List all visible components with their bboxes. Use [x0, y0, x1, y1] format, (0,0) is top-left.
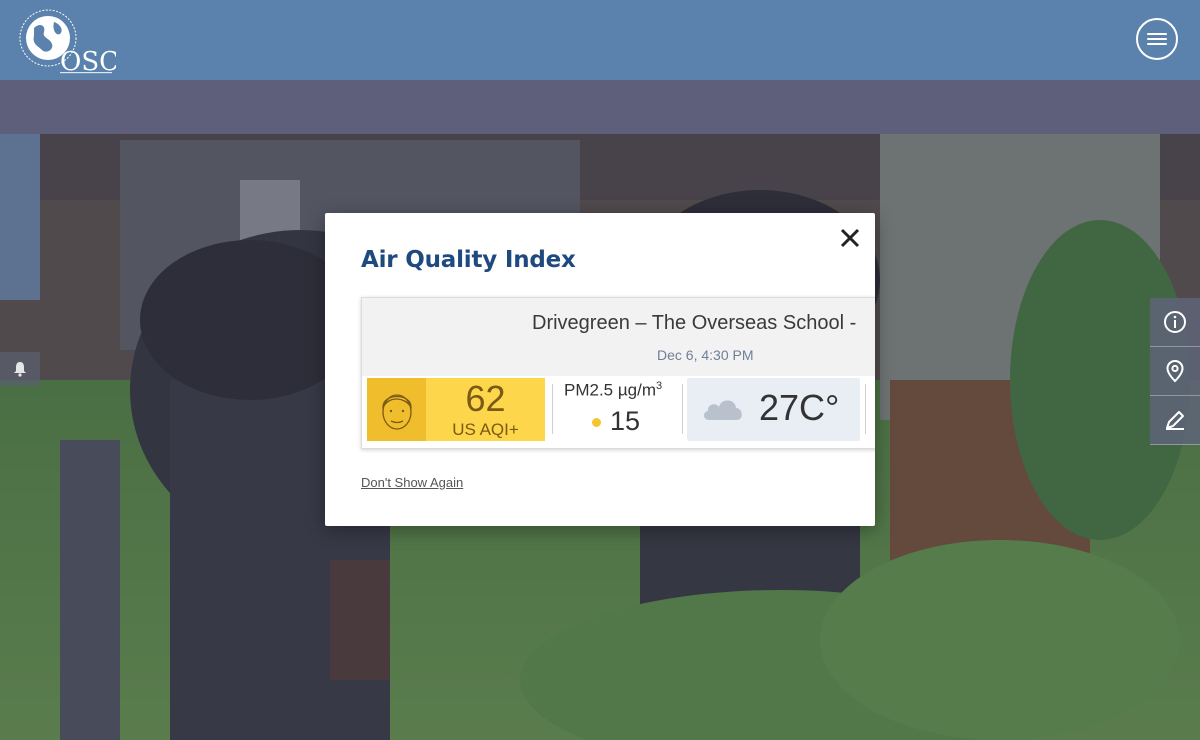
- divider: [682, 384, 683, 434]
- aqi-widget[interactable]: Drivegreen – The Overseas School - Dec 6…: [361, 297, 875, 449]
- side-quick-links: [1150, 298, 1200, 445]
- air-quality-modal: Air Quality Index Drivegreen – The Overs…: [325, 213, 875, 526]
- divider: [552, 384, 553, 434]
- aqi-label: US AQI+: [452, 420, 519, 439]
- info-link[interactable]: [1150, 298, 1200, 347]
- widget-readings-row: 62 US AQI+ PM2.5 µg/m3 15 27C°: [362, 376, 875, 448]
- reading-time: Dec 6, 4:30 PM: [657, 347, 754, 363]
- cloud-icon: [703, 400, 742, 420]
- menu-button[interactable]: [1136, 18, 1178, 60]
- station-name[interactable]: Drivegreen – The Overseas School -: [532, 312, 856, 335]
- hamburger-menu-icon: [1147, 33, 1167, 45]
- location-pin-icon: [1166, 359, 1184, 383]
- edit-link[interactable]: [1150, 396, 1200, 445]
- modal-title: Air Quality Index: [361, 247, 576, 273]
- banner-strip: [0, 80, 1200, 134]
- site-header: OSC: [0, 0, 1200, 80]
- divider: [865, 384, 866, 434]
- pm-label: PM2.5 µg/m3: [564, 380, 663, 400]
- close-button[interactable]: [835, 223, 865, 253]
- aqi-value: 62: [465, 378, 506, 419]
- weather-box: 27C°: [687, 378, 860, 441]
- pm-value: 15: [610, 406, 641, 436]
- info-icon: [1164, 311, 1186, 333]
- dont-show-again-link[interactable]: Don't Show Again: [361, 475, 463, 490]
- pm-status-dot: [592, 418, 601, 427]
- aqi-box: 62 US AQI+: [367, 378, 545, 441]
- temperature: 27C°: [759, 387, 840, 428]
- close-icon: [840, 228, 860, 248]
- pm-unit-superscript: 3: [656, 380, 663, 392]
- pencil-icon: [1166, 411, 1184, 430]
- location-link[interactable]: [1150, 347, 1200, 396]
- notification-tab[interactable]: [0, 352, 40, 386]
- school-logo[interactable]: OSC: [16, 4, 119, 78]
- face-icon: [367, 378, 426, 441]
- bell-icon: [14, 362, 26, 377]
